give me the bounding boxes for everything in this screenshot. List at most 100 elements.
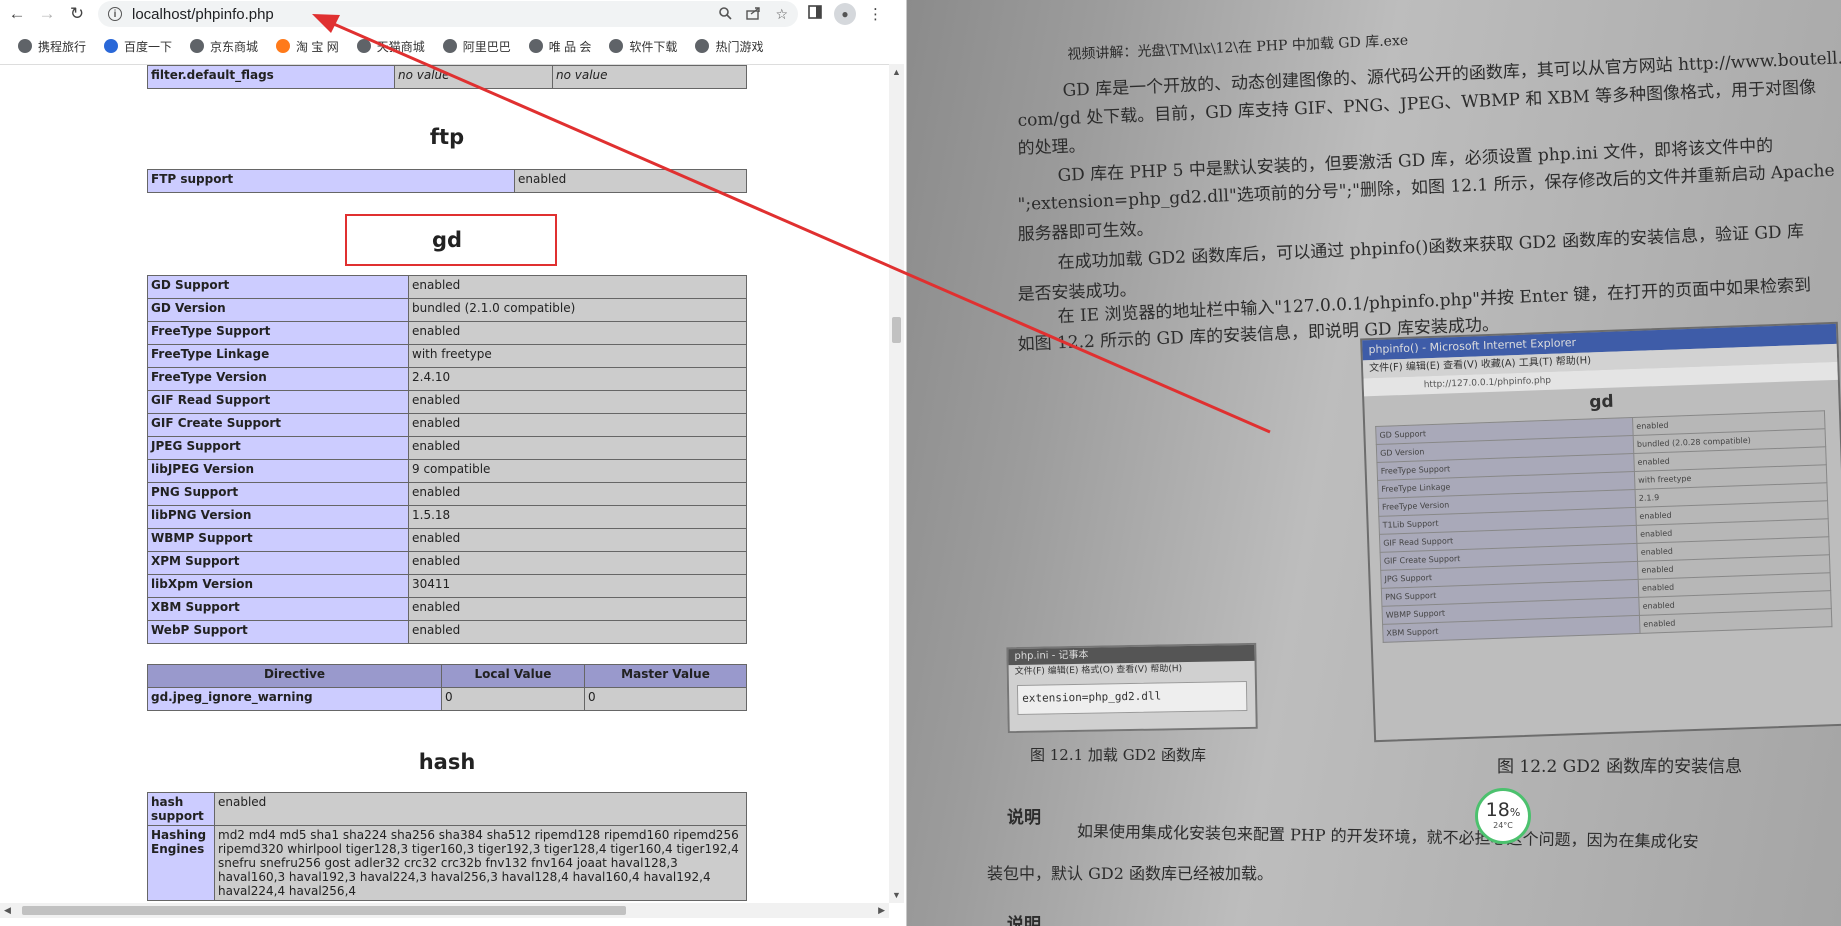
row-key: libXpm Version — [147, 574, 409, 598]
table-row: FreeType Linkage with freetype — [147, 344, 747, 368]
table-row: FreeType Support enabled — [147, 321, 747, 345]
share-icon[interactable] — [746, 6, 761, 23]
directive-name: filter.default_flags — [147, 65, 395, 89]
globe-icon — [695, 39, 710, 53]
row-value: enabled — [408, 390, 747, 414]
zoom-icon[interactable] — [718, 6, 733, 23]
bookmark-item[interactable]: 唯 品 会 — [528, 38, 591, 55]
master-value: no value — [552, 65, 747, 89]
notepad-body: extension=php_gd2.dll — [1016, 680, 1248, 716]
row-value: enabled — [408, 620, 747, 644]
filter-table: filter.default_flags no value no value — [147, 65, 747, 89]
gd-table: GD Support enabled GD Version bundled (2.1.… — [147, 275, 747, 644]
table-row: libPNG Version 1.5.18 — [147, 505, 747, 529]
note-text-2: 装包中，默认 GD2 函数库已经被加载。 — [987, 864, 1273, 883]
table-row: PNG Support enabled — [147, 482, 747, 506]
row-key: GIF Read Support — [147, 390, 409, 414]
row-key: FreeType Version — [147, 367, 409, 391]
table-row: WebP Support enabled — [147, 620, 747, 644]
figure-12-2-screenshot: phpinfo() - Microsoft Internet Explorer … — [1360, 321, 1841, 743]
bookmark-item[interactable]: 百度一下 — [104, 38, 172, 55]
table-row: filter.default_flags no value no value — [147, 65, 747, 89]
book-photo: 视频讲解：光盘\TM\lx\12\在 PHP 中加载 GD 库.exe GD 库是… — [907, 0, 1841, 926]
table-row: WBMP Support enabled — [147, 528, 747, 552]
globe-icon — [190, 39, 205, 53]
row-key: XPM Support — [147, 551, 409, 575]
table-row: Hashing Engines md2 md4 md5 sha1 sha224 s… — [147, 825, 747, 901]
master-value: 0 — [584, 687, 747, 711]
bookmark-item[interactable]: 天猫商城 — [356, 38, 425, 55]
row-value: enabled — [514, 169, 747, 193]
local-value: no value — [394, 65, 553, 89]
reload-button[interactable]: ↻ — [64, 1, 90, 27]
row-key: WBMP Support — [147, 528, 409, 552]
table-row: XBM Support enabled — [147, 597, 747, 621]
browser-toolbar: ← → ↻ i localhost/phpinfo.php ☆ ● ⋮ — [0, 0, 906, 28]
bookmark-item[interactable]: 京东商城 — [190, 38, 258, 55]
table-row: GD Version bundled (2.1.0 compatible) — [147, 298, 747, 322]
row-key: PNG Support — [147, 482, 409, 506]
table-row: GIF Read Support enabled — [147, 390, 747, 414]
gd-directive-table: Directive Local Value Master Value gd.jpeg_… — [147, 664, 747, 711]
row-key: hash support — [147, 792, 215, 826]
bookmark-label: 携程旅行 — [38, 39, 87, 54]
book-line: 在成功加载 GD2 函数库后，可以通过 phpinfo()函数来获取 GD2 函… — [1057, 221, 1805, 273]
row-value: enabled — [408, 321, 747, 345]
bookmark-label: 百度一下 — [124, 39, 173, 54]
table-row: FTP support enabled — [147, 169, 747, 193]
bookmark-label: 天猫商城 — [376, 39, 425, 54]
globe-icon — [609, 39, 624, 53]
table-row: libJPEG Version 9 compatible — [147, 459, 747, 483]
book-line: 视频讲解：光盘\TM\lx\12\在 PHP 中加载 GD 库.exe — [1067, 32, 1409, 63]
row-value: enabled — [408, 413, 747, 437]
row-key: XBM Support — [147, 597, 409, 621]
row-value: enabled — [408, 482, 747, 506]
row-value: enabled — [408, 551, 747, 575]
note-label-2: 说明 — [1007, 915, 1041, 926]
horizontal-scrollbar[interactable]: ◀ ▶ — [0, 903, 889, 918]
bookmark-item[interactable]: 热门游戏 — [695, 38, 763, 55]
back-button[interactable]: ← — [4, 1, 30, 27]
row-key: WebP Support — [147, 620, 409, 644]
row-value: 1.5.18 — [408, 505, 747, 529]
forward-button[interactable]: → — [34, 1, 60, 27]
bookmark-item[interactable]: 阿里巴巴 — [442, 38, 511, 55]
table-row: JPEG Support enabled — [147, 436, 747, 460]
system-monitor-widget[interactable]: 18% 24°C — [1475, 788, 1531, 844]
horizontal-scroll-thumb[interactable] — [22, 906, 626, 915]
widget-temperature: 24°C — [1493, 821, 1513, 830]
section-title-hash: hash — [418, 750, 476, 774]
row-key: GIF Create Support — [147, 413, 409, 437]
row-key: libJPEG Version — [147, 459, 409, 483]
row-key: FreeType Support — [147, 321, 409, 345]
bookmark-item[interactable]: 携程旅行 — [18, 38, 86, 55]
menu-icon[interactable]: ⋮ — [868, 5, 883, 23]
section-title-ftp: ftp — [429, 125, 465, 149]
bookmark-item[interactable]: 淘 宝 网 — [276, 38, 339, 55]
url-text[interactable]: localhost/phpinfo.php — [132, 6, 274, 23]
info-icon[interactable]: i — [108, 7, 122, 21]
row-key: FTP support — [147, 169, 515, 193]
star-icon[interactable]: ☆ — [775, 6, 788, 23]
table-row: GIF Create Support enabled — [147, 413, 747, 437]
bookmark-item[interactable]: 软件下载 — [609, 38, 677, 55]
row-value: with freetype — [408, 344, 747, 368]
vertical-scrollbar[interactable]: ▲ ▼ — [889, 64, 904, 903]
globe-icon — [356, 39, 371, 53]
row-value: 30411 — [408, 574, 747, 598]
address-bar[interactable]: i localhost/phpinfo.php ☆ — [98, 1, 798, 27]
bookmark-label: 热门游戏 — [715, 39, 764, 54]
row-key: libPNG Version — [147, 505, 409, 529]
row-key: Hashing Engines — [147, 825, 215, 901]
row-key: FreeType Linkage — [147, 344, 409, 368]
bookmarks-bar: 携程旅行 百度一下 京东商城 淘 宝 网 天猫商城 阿里巴巴 唯 品 会 软件下载 热门游戏 — [0, 34, 906, 58]
row-value: 2.4.10 — [408, 367, 747, 391]
vertical-scroll-thumb[interactable] — [892, 317, 901, 343]
bookmark-label: 淘 宝 网 — [296, 39, 339, 54]
table-row: GD Support enabled — [147, 275, 747, 299]
profile-icon[interactable]: ● — [834, 3, 856, 25]
hash-table: hash support enabled Hashing Engines md2 md… — [147, 792, 747, 901]
widget-value: 18 — [1485, 799, 1510, 821]
sidebar-icon[interactable] — [808, 5, 822, 23]
row-value: md2 md4 md5 sha1 sha224 sha256 sha384 sh… — [214, 825, 747, 901]
